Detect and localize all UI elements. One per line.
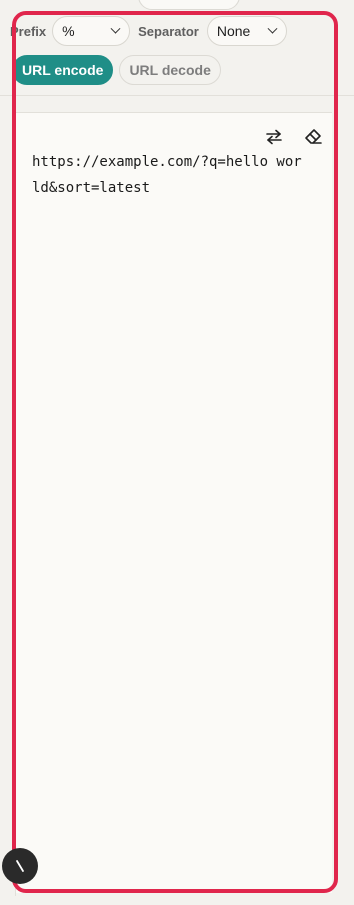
prefix-value: % [62,23,75,39]
mode-toggle: URL encode URL decode [12,55,221,85]
swap-arrows-icon[interactable] [264,127,284,147]
url-encode-button[interactable]: URL encode [12,55,114,85]
section-divider [0,95,354,96]
chevron-down-icon [267,23,278,34]
url-decode-button[interactable]: URL decode [119,55,221,85]
chevron-down-icon [110,23,121,34]
n-logo-icon[interactable] [2,848,38,884]
prefix-select[interactable]: % [52,16,131,46]
app-root: Prefix % Separator None URL encode URL d… [0,0,354,905]
eraser-icon[interactable] [302,125,324,147]
input-textarea[interactable]: https://example.com/?q=hello world&sort=… [32,149,302,201]
input-panel: https://example.com/?q=hello world&sort=… [16,112,332,893]
options-row: Prefix % Separator None [10,16,287,46]
separator-label: Separator [138,23,199,39]
separator-select[interactable]: None [206,16,287,46]
separator-value: None [216,23,251,39]
prefix-label: Prefix [10,23,47,39]
top-control-partial[interactable] [138,0,240,10]
